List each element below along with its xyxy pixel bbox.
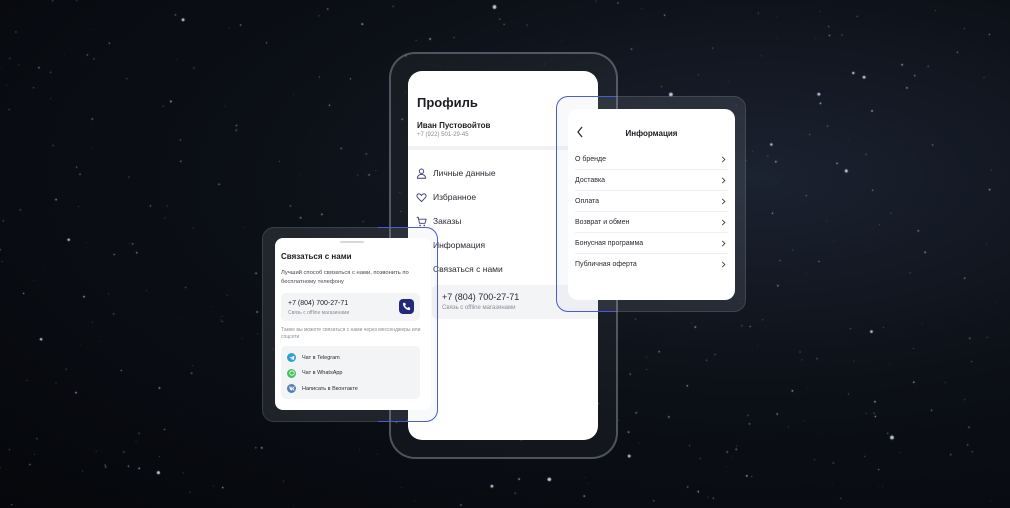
contact-description: Лучший способ связаться с нами, позвонит… bbox=[281, 270, 409, 285]
info-item-delivery[interactable]: Доставка bbox=[575, 170, 728, 191]
messenger-label: Чат в Telegram bbox=[302, 354, 340, 361]
call-button[interactable] bbox=[399, 299, 414, 314]
messenger-label: Написать в Вконтакте bbox=[302, 385, 358, 392]
menu-item-label: Избранное bbox=[433, 192, 477, 202]
chevron-right-icon bbox=[721, 261, 726, 268]
heart-icon bbox=[416, 192, 427, 202]
chevron-right-icon bbox=[721, 198, 726, 205]
info-item-label: О бренде bbox=[575, 156, 607, 163]
info-item-returns[interactable]: Возврат и обмен bbox=[575, 212, 728, 233]
sheet-handle[interactable] bbox=[340, 241, 364, 243]
info-item-label: Оплата bbox=[575, 198, 600, 205]
contact-title: Связаться с нами bbox=[281, 252, 352, 261]
contact-phone-caption: Связь с offline магазинами bbox=[288, 310, 350, 316]
contact-phone-card[interactable]: +7 (804) 700-27-71 Связь с offline магаз… bbox=[281, 293, 420, 321]
info-item-label: Доставка bbox=[575, 177, 606, 184]
info-item-public-offer[interactable]: Публичная оферта bbox=[575, 254, 728, 275]
messenger-whatsapp[interactable]: Чат в WhatsApp bbox=[281, 366, 420, 382]
messenger-vk[interactable]: Написать в Вконтакте bbox=[281, 381, 420, 397]
cart-icon bbox=[416, 216, 427, 226]
info-item-bonus-program[interactable]: Бонусная программа bbox=[575, 233, 728, 254]
chevron-right-icon bbox=[721, 240, 726, 247]
user-phone: +7 (922) 501-29-45 bbox=[417, 132, 469, 138]
info-item-label: Возврат и обмен bbox=[575, 219, 630, 226]
info-item-label: Публичная оферта bbox=[575, 261, 637, 268]
info-item-label: Бонусная программа bbox=[575, 240, 644, 247]
page-title: Профиль bbox=[417, 95, 478, 110]
person-icon bbox=[416, 168, 427, 179]
messenger-telegram[interactable]: Чат в Telegram bbox=[281, 350, 420, 366]
user-name: Иван Пустовойтов bbox=[417, 121, 491, 130]
contact-phone: +7 (804) 700-27-71 bbox=[288, 300, 349, 307]
chevron-right-icon bbox=[721, 219, 726, 226]
info-panel-title: Информация bbox=[625, 129, 678, 138]
phone-icon bbox=[402, 302, 411, 311]
info-panel: Информация О бренде Доставка Оплата Возв… bbox=[568, 109, 735, 300]
chevron-right-icon bbox=[721, 177, 726, 184]
telegram-icon bbox=[287, 353, 296, 363]
hotline-phone: +7 (804) 700-27-71 bbox=[442, 292, 520, 302]
chevron-right-icon bbox=[721, 156, 726, 163]
hotline-caption: Связь с offline магазинами bbox=[442, 305, 516, 311]
whatsapp-icon bbox=[287, 368, 296, 378]
menu-item-label: Информация bbox=[433, 240, 486, 250]
info-list: О бренде Доставка Оплата Возврат и обмен… bbox=[575, 149, 728, 275]
info-item-payment[interactable]: Оплата bbox=[575, 191, 728, 212]
contact-sheet: Связаться с нами Лучший способ связаться… bbox=[275, 238, 431, 410]
info-item-about-brand[interactable]: О бренде bbox=[575, 149, 728, 170]
menu-item-label: Личные данные bbox=[433, 168, 496, 178]
messenger-label: Чат в WhatsApp bbox=[302, 370, 343, 377]
vk-icon bbox=[287, 384, 296, 394]
messenger-list: Чат в Telegram Чат в WhatsApp Написать в… bbox=[281, 346, 420, 399]
menu-item-label: Связаться с нами bbox=[433, 264, 503, 274]
menu-item-label: Заказы bbox=[433, 216, 462, 226]
contact-note: Также вы можете связаться с нами через м… bbox=[281, 327, 421, 340]
